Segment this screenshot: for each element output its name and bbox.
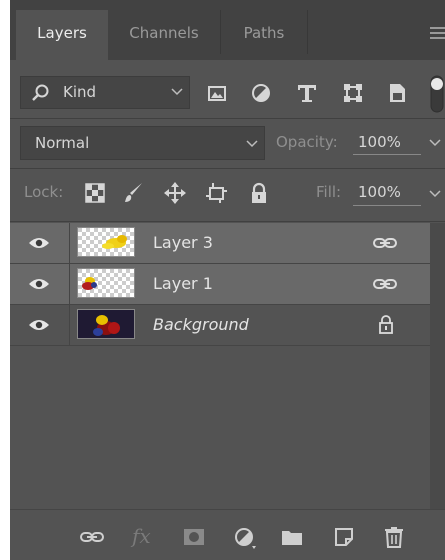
layers-list: Layer 3 Layer 1 Background [10, 223, 430, 509]
divider [10, 168, 445, 169]
panel-bottom-bar: fx [10, 509, 445, 560]
panel-menu-icon[interactable] [430, 27, 445, 41]
layer-row-layer-3[interactable]: Layer 3 [10, 223, 430, 264]
opacity-input[interactable]: 100% [353, 126, 421, 160]
visibility-toggle[interactable] [10, 223, 70, 263]
new-layer-icon[interactable] [332, 525, 356, 549]
layers-scrollbar[interactable] [430, 223, 445, 509]
lock-position-icon[interactable] [162, 180, 188, 206]
smart-object-filter-icon[interactable] [384, 80, 410, 106]
link-icon [373, 238, 397, 248]
tab-separator [307, 10, 308, 54]
blend-mode-dropdown[interactable]: Normal [20, 126, 265, 160]
window-edge [0, 0, 10, 560]
eye-icon [29, 279, 49, 289]
shape-filter-icon[interactable] [340, 80, 366, 106]
eye-icon [29, 320, 49, 330]
chevron-down-icon[interactable] [427, 186, 443, 202]
layer-thumbnail [77, 268, 135, 298]
opacity-value: 100% [358, 133, 401, 151]
layer-row-background[interactable]: Background [10, 305, 430, 346]
kind-filter-label: Kind [63, 83, 97, 101]
link-icon [373, 279, 397, 289]
layers-panel: Layers Channels Paths Kind Normal Opacit… [0, 0, 445, 560]
panel-tab-bar: Layers Channels Paths [10, 0, 445, 60]
layer-name[interactable]: Background [153, 315, 249, 334]
tab-layers[interactable]: Layers [16, 10, 108, 60]
divider [10, 221, 445, 222]
layer-row-layer-1[interactable]: Layer 1 [10, 264, 430, 305]
fill-label: Fill: [316, 183, 342, 201]
layer-name[interactable]: Layer 3 [153, 233, 213, 252]
blend-mode-value: Normal [35, 134, 90, 152]
type-filter-icon[interactable] [294, 80, 320, 106]
search-icon [32, 84, 49, 101]
layer-thumbnail [77, 309, 135, 339]
visibility-toggle[interactable] [10, 264, 70, 304]
tab-channels[interactable]: Channels [108, 10, 220, 60]
link-layers-icon[interactable] [80, 525, 104, 549]
new-adjustment-layer-icon[interactable] [232, 525, 256, 549]
lock-label: Lock: [24, 183, 64, 201]
image-filter-icon[interactable] [204, 80, 230, 106]
lock-all-icon[interactable] [246, 180, 272, 206]
chevron-down-icon [171, 88, 183, 96]
lock-artboard-icon[interactable] [203, 180, 229, 206]
lock-transparent-pixels-icon[interactable] [82, 180, 108, 206]
chevron-down-icon [246, 140, 258, 148]
layer-name[interactable]: Layer 1 [153, 274, 213, 293]
lock-image-pixels-icon[interactable] [120, 180, 146, 206]
chevron-down-icon[interactable] [427, 135, 443, 151]
lock-icon [379, 315, 393, 334]
opacity-label: Opacity: [276, 133, 338, 151]
divider [10, 118, 445, 119]
layer-thumbnail [77, 227, 135, 257]
fill-input[interactable]: 100% [353, 177, 421, 211]
fill-value: 100% [358, 183, 401, 201]
add-mask-icon[interactable] [182, 525, 206, 549]
tab-paths[interactable]: Paths [221, 10, 307, 60]
eye-icon [29, 238, 49, 248]
new-group-icon[interactable] [280, 525, 304, 549]
delete-layer-icon[interactable] [382, 525, 406, 549]
filter-toggle-switch[interactable] [429, 74, 445, 114]
kind-filter-dropdown[interactable]: Kind [20, 76, 190, 109]
fx-icon[interactable]: fx [132, 524, 151, 548]
visibility-toggle[interactable] [10, 305, 70, 345]
adjustment-filter-icon[interactable] [248, 80, 274, 106]
